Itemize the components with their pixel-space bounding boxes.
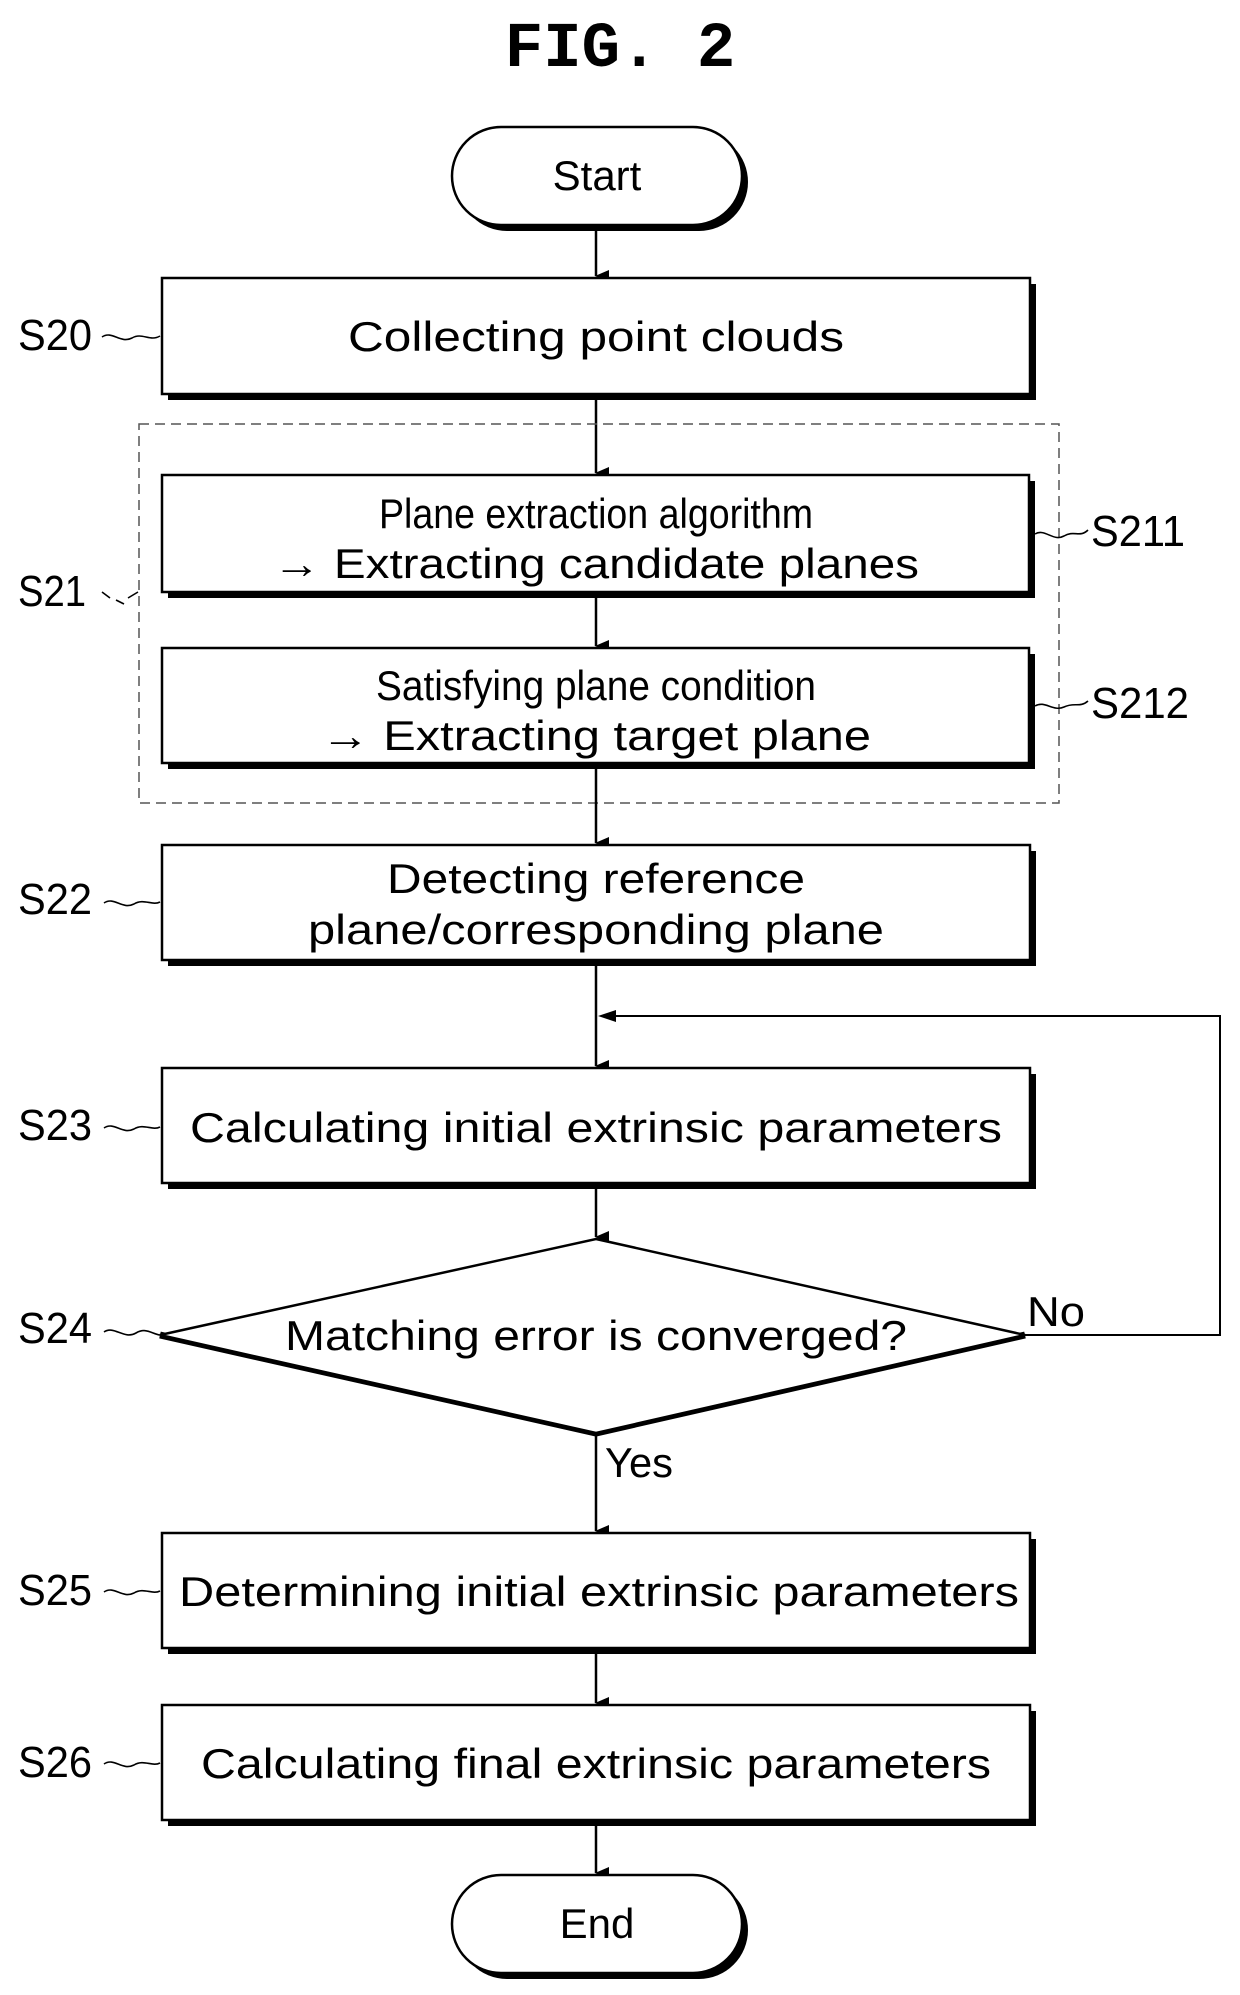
- leader-s23: [103, 1125, 161, 1132]
- step-label-s24: S24: [18, 1304, 92, 1353]
- leader-s26: [103, 1761, 161, 1768]
- leader-s22: [103, 900, 161, 907]
- leader-s212: [1034, 700, 1089, 709]
- step-box-s211: Plane extraction algorithm → Extracting …: [160, 473, 1035, 598]
- step-text-s25: Determining initial extrinsic parameters: [179, 1568, 1019, 1615]
- flowchart: FIG. 2 Start Collecting point clouds S20…: [18, 14, 1221, 1979]
- step-label-s211: S211: [1091, 507, 1185, 556]
- step-text-s212-line1: Satisfying plane condition: [376, 662, 816, 709]
- no-branch-arrowhead: [598, 1010, 616, 1022]
- decision-question: Matching error is converged?: [285, 1312, 907, 1359]
- step-text-s211-line1: Plane extraction algorithm: [379, 490, 813, 537]
- step-box-s20: Collecting point clouds: [160, 276, 1036, 400]
- step-label-s22: S22: [18, 875, 92, 924]
- step-label-s20: S20: [18, 311, 92, 360]
- figure-title: FIG. 2: [505, 14, 735, 86]
- step-box-s22: Detecting reference plane/corresponding …: [160, 843, 1036, 966]
- step-text-s212-line2: → Extracting target plane: [321, 712, 871, 759]
- step-label-s25: S25: [18, 1566, 92, 1615]
- step-text-s20: Collecting point clouds: [348, 313, 844, 360]
- step-text-s22-line1: Detecting reference: [387, 855, 805, 902]
- no-label: No: [1027, 1288, 1085, 1335]
- step-box-s25: Determining initial extrinsic parameters: [160, 1531, 1036, 1654]
- leader-s25: [103, 1589, 161, 1596]
- start-label: Start: [553, 152, 642, 199]
- step-box-s23: Calculating initial extrinsic parameters: [160, 1066, 1036, 1189]
- leader-s21: [101, 591, 139, 605]
- leader-s211: [1034, 529, 1089, 539]
- step-text-s22-line2: plane/corresponding plane: [308, 906, 884, 953]
- yes-label: Yes: [605, 1439, 673, 1486]
- step-box-s26: Calculating final extrinsic parameters: [160, 1703, 1036, 1826]
- decision-diamond-s24: Matching error is converged?: [159, 1237, 1026, 1437]
- step-text-s26: Calculating final extrinsic parameters: [201, 1740, 991, 1787]
- start-terminal: Start: [450, 125, 748, 231]
- step-label-s23: S23: [18, 1101, 92, 1150]
- leader-s24: [103, 1329, 161, 1336]
- step-box-s212: Satisfying plane condition → Extracting …: [160, 646, 1035, 769]
- step-label-s26: S26: [18, 1738, 92, 1787]
- leader-s20: [101, 334, 161, 341]
- step-label-s212: S212: [1091, 679, 1189, 728]
- step-text-s211-line2: → Extracting candidate planes: [273, 540, 919, 587]
- end-label: End: [560, 1900, 635, 1947]
- end-terminal: End: [450, 1873, 748, 1979]
- group-label-s21: S21: [18, 567, 86, 616]
- step-text-s23: Calculating initial extrinsic parameters: [190, 1104, 1002, 1151]
